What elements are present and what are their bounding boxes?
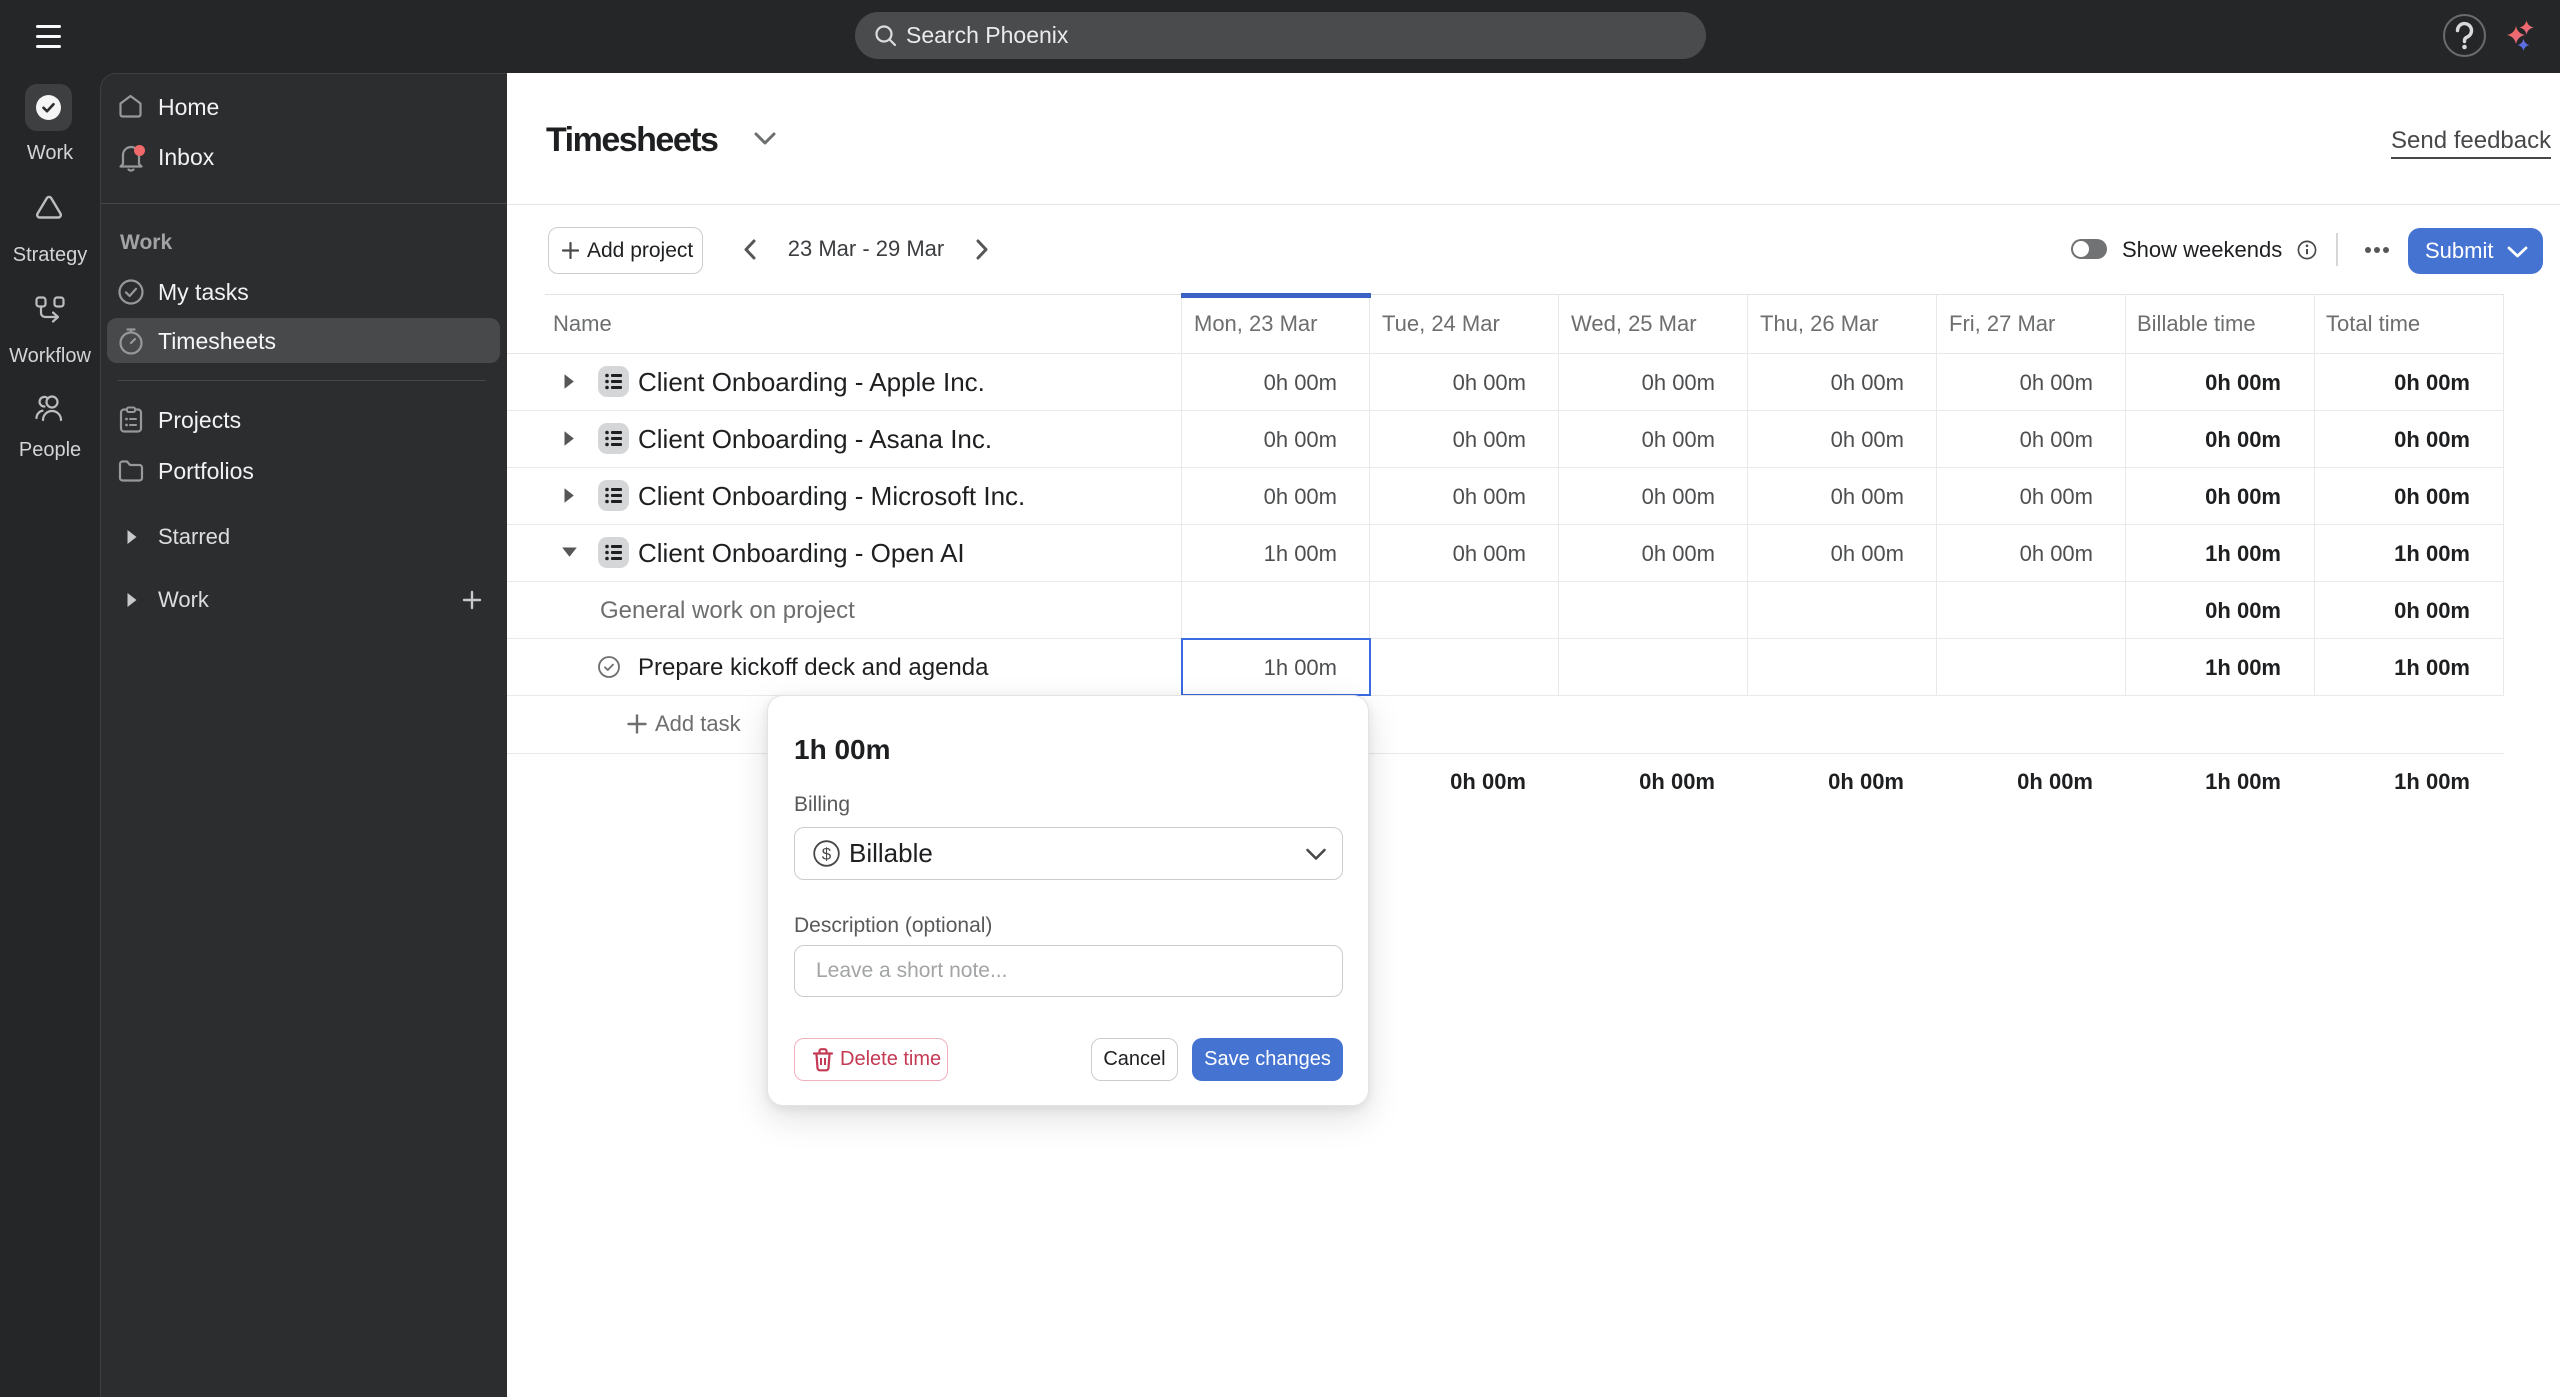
svg-text:$: $ — [822, 845, 832, 864]
